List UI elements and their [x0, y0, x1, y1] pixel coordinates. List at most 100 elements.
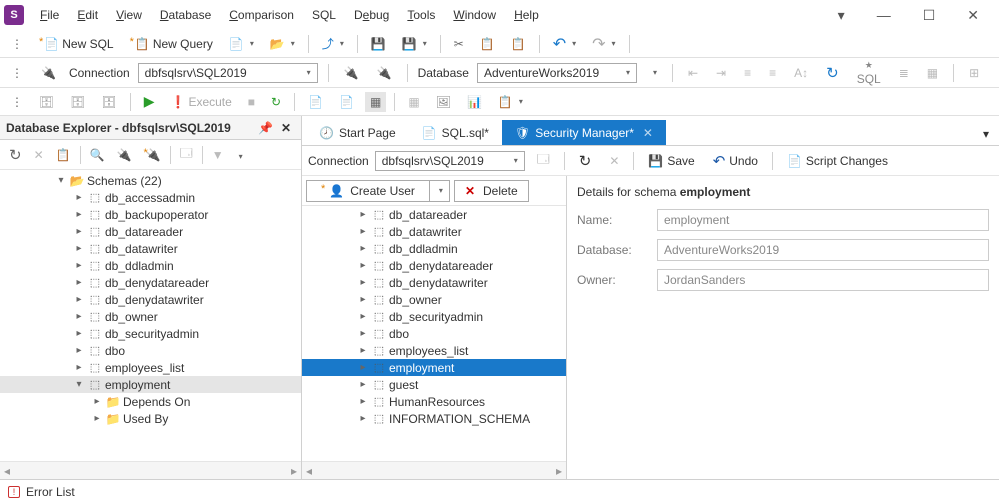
doc-refresh-icon[interactable]: ↻ [573, 149, 598, 173]
expand-icon[interactable]: ▸ [73, 243, 85, 254]
expand-icon[interactable]: ▸ [357, 226, 369, 237]
expand-icon[interactable]: ▸ [357, 294, 369, 305]
schema-tree[interactable]: ▸⬚db_datareader▸⬚db_datawriter▸⬚db_ddlad… [302, 206, 566, 461]
expand-icon[interactable]: ▸ [73, 328, 85, 339]
menu-comparison[interactable]: Comparison [221, 4, 302, 26]
toolbar-menu-icon-2[interactable]: ⋮ [6, 63, 28, 83]
connection-icon[interactable]: 🔌 [36, 63, 61, 83]
schema-node[interactable]: ▸⬚employees_list [0, 359, 301, 376]
grid-icon[interactable]: ▦ [365, 92, 386, 112]
schema-node[interactable]: ▸⬚db_datawriter [0, 240, 301, 257]
expand-icon[interactable]: ▸ [357, 328, 369, 339]
db-icon-1[interactable]: 🗄 [34, 92, 59, 112]
explorer-menu-icon[interactable]: ▾ [231, 145, 248, 165]
tab-sql[interactable]: 📄 SQL.sql* [409, 120, 502, 145]
schema-node[interactable]: ▾⬚employment [0, 376, 301, 393]
expand-icon[interactable]: ▸ [91, 396, 103, 407]
explorer-delete-icon[interactable]: ✕ [29, 145, 49, 165]
db-detach-icon[interactable]: 🔌 [372, 63, 397, 83]
db-menu-icon[interactable]: ▾ [645, 65, 662, 80]
schema-list-item[interactable]: ▸⬚db_denydatareader [302, 257, 566, 274]
menu-debug[interactable]: Debug [346, 4, 397, 26]
menu-help[interactable]: Help [506, 4, 547, 26]
expand-icon[interactable]: ▸ [73, 277, 85, 288]
script-changes-button[interactable]: 📄Script Changes [781, 151, 894, 171]
minimize-icon[interactable]: — [871, 3, 897, 28]
toolbar-menu-icon[interactable]: ⋮ [6, 34, 28, 54]
explorer-copy-icon[interactable]: 📋 [51, 145, 76, 165]
expand-icon[interactable]: ▸ [357, 345, 369, 356]
maximize-icon[interactable]: ☐ [917, 3, 942, 28]
expand-icon[interactable]: ▸ [73, 362, 85, 373]
schema-node[interactable]: ▸⬚dbo [0, 342, 301, 359]
expand-icon[interactable]: ▸ [357, 209, 369, 220]
schema-list-item[interactable]: ▸⬚INFORMATION_SCHEMA [302, 410, 566, 427]
tabs-overflow-icon[interactable]: ▾ [977, 123, 995, 145]
connection-dropdown[interactable]: dbfsqlsrv\SQL2019▾ [138, 63, 318, 83]
stop-icon[interactable]: ■ [243, 92, 260, 112]
schema-list-item[interactable]: ▸⬚db_datareader [302, 206, 566, 223]
list-icon[interactable]: ≣ [894, 63, 914, 83]
menu-tools[interactable]: Tools [399, 4, 443, 26]
expand-icon[interactable]: ▸ [91, 413, 103, 424]
expand-icon[interactable]: ▾ [73, 379, 85, 390]
import-icon[interactable]: ⤴▾ [317, 32, 349, 55]
open-icon[interactable]: 📂▾ [265, 34, 300, 54]
expand-icon[interactable]: ▸ [357, 243, 369, 254]
schemas-folder[interactable]: ▾ 📂 Schemas (22) [0, 172, 301, 189]
menu-database[interactable]: Database [152, 4, 219, 26]
cut-icon[interactable]: ✂ [449, 34, 469, 54]
explorer-plug-icon[interactable]: 🔌 [112, 145, 137, 165]
tab-start-page[interactable]: 🕗 Start Page [306, 120, 409, 145]
schema-node[interactable]: ▸⬚db_securityadmin [0, 325, 301, 342]
menu-view[interactable]: View [108, 4, 150, 26]
indent-icon[interactable]: ⇤ [683, 63, 703, 83]
schema-node[interactable]: ▸⬚db_datareader [0, 223, 301, 240]
format-icon[interactable]: A↕ [789, 63, 813, 83]
close-icon[interactable]: ✕ [961, 3, 985, 28]
schema-list-item[interactable]: ▸⬚guest [302, 376, 566, 393]
schema-node[interactable]: ▸⬚db_backupoperator [0, 206, 301, 223]
snippet-icon[interactable]: ▦ [922, 63, 943, 83]
schema-node[interactable]: ▸⬚db_accessadmin [0, 189, 301, 206]
paste-icon[interactable]: 📋 [506, 34, 531, 54]
menu-window[interactable]: Window [445, 4, 504, 26]
explorer-refresh-icon[interactable]: ↻ [4, 143, 27, 167]
undo-button[interactable]: ↶Undo [707, 149, 764, 173]
schema-node[interactable]: ▸⬚db_denydatawriter [0, 291, 301, 308]
toolbar-menu-icon-3[interactable]: ⋮ [6, 92, 28, 112]
schema-list-item[interactable]: ▸⬚db_datawriter [302, 223, 566, 240]
owner-field[interactable] [657, 269, 989, 291]
expand-icon[interactable]: ▸ [73, 345, 85, 356]
expand-icon[interactable]: ▸ [357, 260, 369, 271]
error-list-label[interactable]: Error List [26, 485, 75, 499]
save-icon[interactable]: 💾 [366, 34, 391, 54]
execute-button[interactable]: ❗ Execute [165, 92, 236, 112]
tab-security-manager[interactable]: 🛡 Security Manager*✕ [502, 120, 666, 145]
schema-node[interactable]: ▸⬚db_owner [0, 308, 301, 325]
refresh-icon[interactable]: ↻ [821, 61, 844, 85]
doc-connection-dropdown[interactable]: dbfsqlsrv\SQL2019▾ [375, 151, 525, 171]
expand-icon[interactable]: ▸ [73, 226, 85, 237]
expand-icon[interactable]: ▸ [357, 362, 369, 373]
comment-icon[interactable]: ≡ [739, 63, 756, 83]
save-all-icon[interactable]: 💾▾ [397, 34, 432, 54]
expand-icon[interactable]: ▸ [357, 311, 369, 322]
schema-list-item[interactable]: ▸⬚db_ddladmin [302, 240, 566, 257]
explorer-scrollbar[interactable]: ◂▸ [0, 461, 301, 479]
new-query-button[interactable]: 📋 New Query [125, 34, 218, 54]
error-list-icon[interactable]: ! [8, 486, 20, 498]
run-icon[interactable]: ▶ [139, 90, 160, 113]
database-dropdown[interactable]: AdventureWorks2019▾ [477, 63, 637, 83]
doc-delete-icon[interactable]: ✕ [603, 151, 625, 171]
expand-icon[interactable]: ▸ [73, 260, 85, 271]
expand-icon[interactable]: ▸ [357, 379, 369, 390]
redo-icon[interactable]: ↷▾ [587, 31, 620, 57]
outdent-icon[interactable]: ⇥ [711, 63, 731, 83]
expand-icon[interactable]: ▸ [73, 294, 85, 305]
expand-icon[interactable]: ▸ [357, 413, 369, 424]
schema-scrollbar[interactable]: ◂▸ [302, 461, 566, 479]
create-user-dropdown[interactable]: ▾ [430, 180, 450, 202]
schema-list-item[interactable]: ▸⬚db_securityadmin [302, 308, 566, 325]
save-button[interactable]: 💾Save [642, 151, 700, 171]
